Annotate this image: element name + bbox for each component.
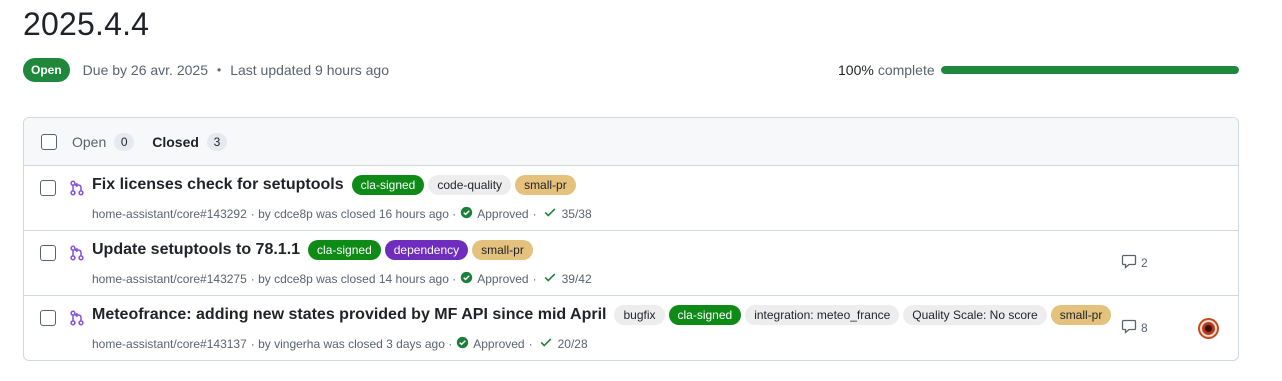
- tab-open-label: Open: [72, 133, 107, 150]
- pr-label[interactable]: small-pr: [472, 240, 533, 260]
- checks-separator: ·: [532, 271, 537, 286]
- pull-request-row: Update setuptools to 78.1.1 cla-signed de…: [24, 231, 1238, 296]
- row-title-line: Meteofrance: adding new states provided …: [92, 305, 1112, 325]
- row-checkbox[interactable]: [40, 310, 56, 326]
- due-date: Due by 26 avr. 2025: [82, 62, 208, 78]
- row-checkbox[interactable]: [40, 245, 56, 261]
- check-icon: [543, 205, 557, 222]
- approved-icon: [460, 206, 473, 222]
- meta-separator: •: [216, 63, 222, 77]
- pr-label[interactable]: small-pr: [515, 175, 576, 195]
- tab-closed-label: Closed: [152, 133, 199, 150]
- tab-open-count: 0: [114, 132, 135, 151]
- pr-label[interactable]: bugfix: [614, 305, 665, 325]
- tab-closed[interactable]: Closed 3: [152, 132, 227, 151]
- milestone-title: 2025.4.4: [23, 6, 150, 42]
- pr-label[interactable]: code-quality: [428, 175, 512, 195]
- row-meta: home-assistant/core#143275 · by cdce8p w…: [92, 270, 592, 287]
- progress-bar: [941, 66, 1239, 74]
- pull-request-closed-icon: [69, 245, 85, 261]
- pr-label[interactable]: cla-signed: [308, 240, 381, 260]
- pr-closed-info: · by cdce8p was closed 16 hours ago ·: [250, 206, 457, 221]
- pr-title-link[interactable]: Meteofrance: adding new states provided …: [92, 306, 606, 324]
- pr-label[interactable]: integration: meteo_france: [745, 305, 900, 325]
- pull-request-row: Meteofrance: adding new states provided …: [24, 296, 1238, 360]
- row-meta: home-assistant/core#143137 · by vingerha…: [92, 335, 588, 352]
- progress-bar-fill: [941, 66, 1239, 74]
- pr-label[interactable]: Quality Scale: No score: [903, 305, 1047, 325]
- check-icon: [539, 335, 553, 352]
- pr-label[interactable]: cla-signed: [668, 305, 742, 325]
- comment-icon: [1121, 318, 1141, 337]
- review-status-link[interactable]: Approved: [477, 272, 528, 286]
- avatar[interactable]: [1198, 318, 1219, 339]
- pr-closed-info: · by cdce8p was closed 14 hours ago ·: [250, 271, 457, 286]
- check-icon: [543, 270, 557, 287]
- review-status-link[interactable]: Approved: [477, 207, 528, 221]
- list-filter-bar: Open 0 Closed 3: [24, 118, 1238, 166]
- comments-link[interactable]: 8: [1121, 318, 1148, 337]
- comments-count: 8: [1141, 320, 1148, 335]
- pull-request-row: Fix licenses check for setuptools cla-si…: [24, 166, 1238, 231]
- pull-request-closed-icon: [69, 310, 85, 326]
- last-updated: Last updated 9 hours ago: [230, 62, 389, 78]
- review-status-link[interactable]: Approved: [473, 337, 524, 351]
- pull-request-list: Open 0 Closed 3 Fix licenses check for s…: [23, 117, 1239, 361]
- tab-open[interactable]: Open 0: [72, 132, 135, 151]
- tab-closed-count: 3: [206, 132, 227, 151]
- progress-suffix: complete: [877, 62, 935, 78]
- comment-icon: [1121, 253, 1141, 272]
- row-meta: home-assistant/core#143292 · by cdce8p w…: [92, 205, 592, 222]
- comments-count: 2: [1141, 255, 1148, 270]
- pr-title-link[interactable]: Fix licenses check for setuptools: [92, 176, 344, 194]
- pr-title-link[interactable]: Update setuptools to 78.1.1: [92, 241, 300, 259]
- select-all-checkbox[interactable]: [41, 133, 57, 150]
- approved-icon: [460, 271, 473, 287]
- row-title-line: Fix licenses check for setuptools cla-si…: [92, 175, 576, 195]
- pr-ref-link[interactable]: home-assistant/core#143275: [92, 272, 247, 286]
- approved-icon: [456, 336, 469, 352]
- checks-count[interactable]: 39/42: [562, 272, 592, 286]
- progress-percent: 100%: [838, 62, 874, 78]
- checks-separator: ·: [532, 206, 537, 221]
- pr-label[interactable]: dependency: [384, 240, 469, 260]
- pr-ref-link[interactable]: home-assistant/core#143137: [92, 337, 247, 351]
- row-title-line: Update setuptools to 78.1.1 cla-signed de…: [92, 240, 533, 260]
- checks-count[interactable]: 20/28: [558, 337, 588, 351]
- checks-separator: ·: [528, 336, 533, 351]
- pr-label[interactable]: small-pr: [1050, 305, 1112, 325]
- comments-link[interactable]: 2: [1121, 253, 1148, 272]
- pr-closed-info: · by vingerha was closed 3 days ago ·: [250, 336, 453, 351]
- checks-count[interactable]: 35/38: [562, 207, 592, 221]
- progress-summary: 100% complete: [838, 60, 1239, 80]
- milestone-meta: Open Due by 26 avr. 2025 • Last updated …: [23, 58, 389, 82]
- pr-label[interactable]: cla-signed: [351, 175, 425, 195]
- status-badge: Open: [23, 58, 70, 82]
- row-checkbox[interactable]: [40, 180, 56, 196]
- pr-ref-link[interactable]: home-assistant/core#143292: [92, 207, 247, 221]
- pull-request-closed-icon: [69, 180, 85, 196]
